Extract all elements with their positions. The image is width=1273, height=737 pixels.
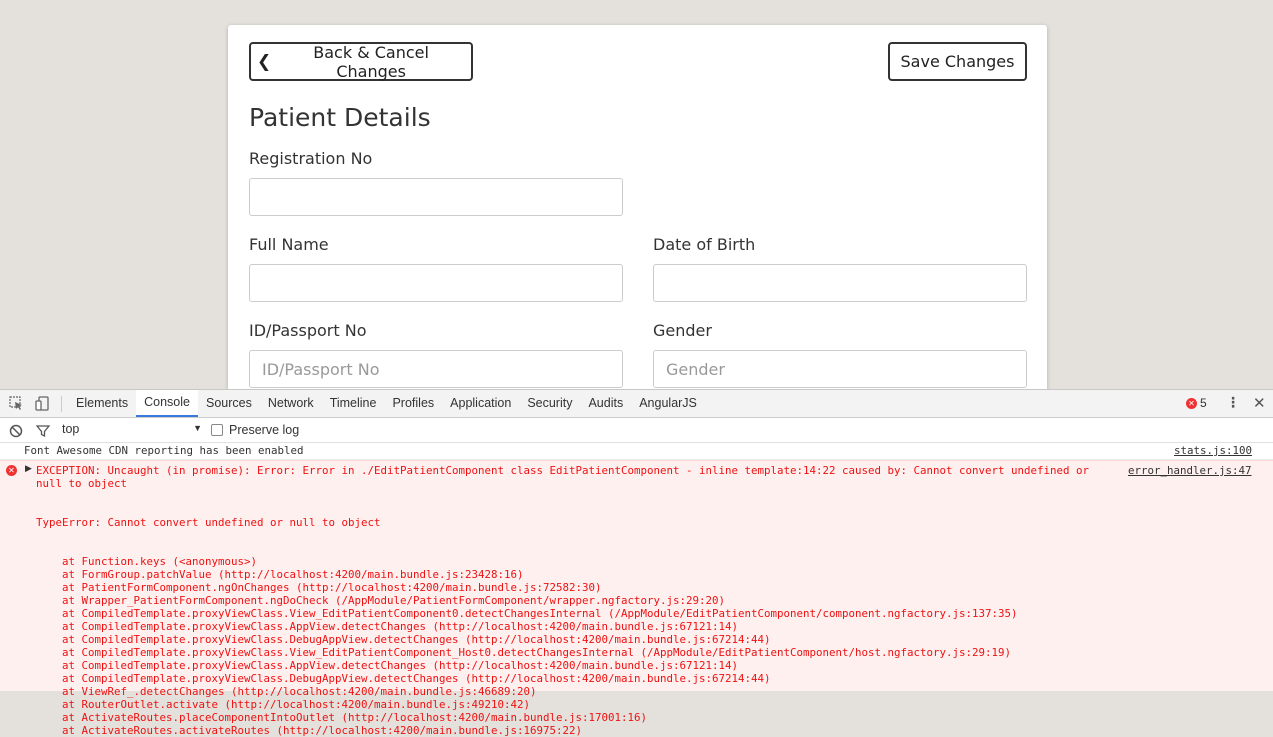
stack-frame: at FormGroup.patchValue (http://localhos…	[62, 568, 524, 581]
stack-frame: at CompiledTemplate.proxyViewClass.Debug…	[62, 672, 771, 685]
devtools-panel: Elements Console Sources Network Timelin…	[0, 389, 1273, 737]
devtools-tabbar: Elements Console Sources Network Timelin…	[0, 390, 1273, 418]
expand-triangle-icon[interactable]: ▶	[25, 464, 32, 474]
back-cancel-label: Back & Cancel Changes	[313, 42, 429, 81]
info-source-link[interactable]: stats.js:100	[1174, 444, 1252, 457]
error-icon: ✕	[6, 465, 17, 476]
stack-frame: at Function.keys (<anonymous>)	[62, 555, 258, 568]
date-of-birth-label: Date of Birth	[653, 235, 756, 254]
tab-application[interactable]: Application	[442, 390, 519, 417]
full-name-label: Full Name	[249, 235, 329, 254]
dropdown-arrow-icon: ▼	[193, 423, 202, 433]
tab-audits[interactable]: Audits	[580, 390, 631, 417]
tab-console[interactable]: Console	[136, 390, 198, 417]
patient-form-card: ❮ Back & Cancel Changes Save Changes Pat…	[228, 25, 1047, 389]
info-message-text: Font Awesome CDN reporting has been enab…	[24, 444, 304, 457]
device-toolbar-icon[interactable]	[35, 396, 50, 411]
tab-angularjs[interactable]: AngularJS	[631, 390, 705, 417]
inspect-element-icon[interactable]	[9, 396, 24, 411]
save-changes-button[interactable]: Save Changes	[888, 42, 1027, 81]
preserve-log-option[interactable]: Preserve log	[211, 423, 299, 437]
stack-frame: at Wrapper_PatientFormComponent.ngDoChec…	[62, 594, 726, 607]
app-page: ❮ Back & Cancel Changes Save Changes Pat…	[0, 0, 1273, 389]
id-passport-label: ID/Passport No	[249, 321, 367, 340]
error-source-link[interactable]: error_handler.js:47	[1128, 464, 1252, 477]
error-counter[interactable]: ✕ 5	[1186, 396, 1207, 410]
stack-frame: at CompiledTemplate.proxyViewClass.View_…	[62, 607, 1018, 620]
stack-frame: at CompiledTemplate.proxyViewClass.View_…	[62, 646, 1012, 659]
error-count: 5	[1200, 396, 1207, 410]
console-message-error: ✕ ▶ EXCEPTION: Uncaught (in promise): Er…	[0, 460, 1273, 737]
tab-timeline[interactable]: Timeline	[322, 390, 385, 417]
close-icon[interactable]: ✕	[1253, 394, 1266, 412]
stack-frame: at ViewRef_.detectChanges (http://localh…	[62, 685, 537, 698]
clear-console-icon[interactable]	[9, 423, 24, 438]
more-options-icon[interactable]: ⋮	[1226, 395, 1240, 411]
preserve-log-label: Preserve log	[229, 423, 300, 437]
preserve-log-checkbox[interactable]	[211, 424, 223, 436]
id-passport-input[interactable]	[249, 350, 623, 388]
stack-frame: at PatientFormComponent.ngOnChanges (htt…	[62, 581, 602, 594]
stack-frame: at CompiledTemplate.proxyViewClass.Debug…	[62, 633, 771, 646]
gender-input[interactable]	[653, 350, 1027, 388]
devtools-tabs: Elements Console Sources Network Timelin…	[68, 390, 705, 417]
stack-frame: at CompiledTemplate.proxyViewClass.AppVi…	[62, 620, 739, 633]
console-filter-bar: top ▼ Preserve log	[0, 418, 1273, 443]
gender-label: Gender	[653, 321, 712, 340]
tab-sources[interactable]: Sources	[198, 390, 260, 417]
chevron-left-icon: ❮	[257, 51, 272, 72]
tab-network[interactable]: Network	[260, 390, 322, 417]
tab-elements[interactable]: Elements	[68, 390, 136, 417]
error-stack-trace: TypeError: Cannot convert undefined or n…	[36, 490, 1018, 737]
stack-frame: at ActivateRoutes.placeComponentIntoOutl…	[62, 711, 648, 724]
back-cancel-button[interactable]: ❮ Back & Cancel Changes	[249, 42, 473, 81]
error-icon: ✕	[1186, 397, 1197, 409]
toolbar-divider	[61, 396, 62, 412]
stack-frame: at ActivateRoutes.activateRoutes (http:/…	[62, 724, 583, 737]
registration-no-label: Registration No	[249, 149, 373, 168]
page-title: Patient Details	[249, 103, 431, 132]
stack-frame: at RouterOutlet.activate (http://localho…	[62, 698, 531, 711]
tab-profiles[interactable]: Profiles	[384, 390, 442, 417]
error-message-text: EXCEPTION: Uncaught (in promise): Error:…	[36, 464, 1090, 490]
context-select[interactable]: top ▼	[62, 422, 202, 436]
registration-no-input[interactable]	[249, 178, 623, 216]
stack-header: TypeError: Cannot convert undefined or n…	[36, 516, 381, 529]
full-name-input[interactable]	[249, 264, 623, 302]
tab-security[interactable]: Security	[519, 390, 580, 417]
console-message-info: Font Awesome CDN reporting has been enab…	[0, 442, 1273, 460]
context-value: top	[62, 422, 80, 436]
date-of-birth-input[interactable]	[653, 264, 1027, 302]
stack-frame: at CompiledTemplate.proxyViewClass.AppVi…	[62, 659, 739, 672]
filter-icon[interactable]	[35, 423, 51, 438]
